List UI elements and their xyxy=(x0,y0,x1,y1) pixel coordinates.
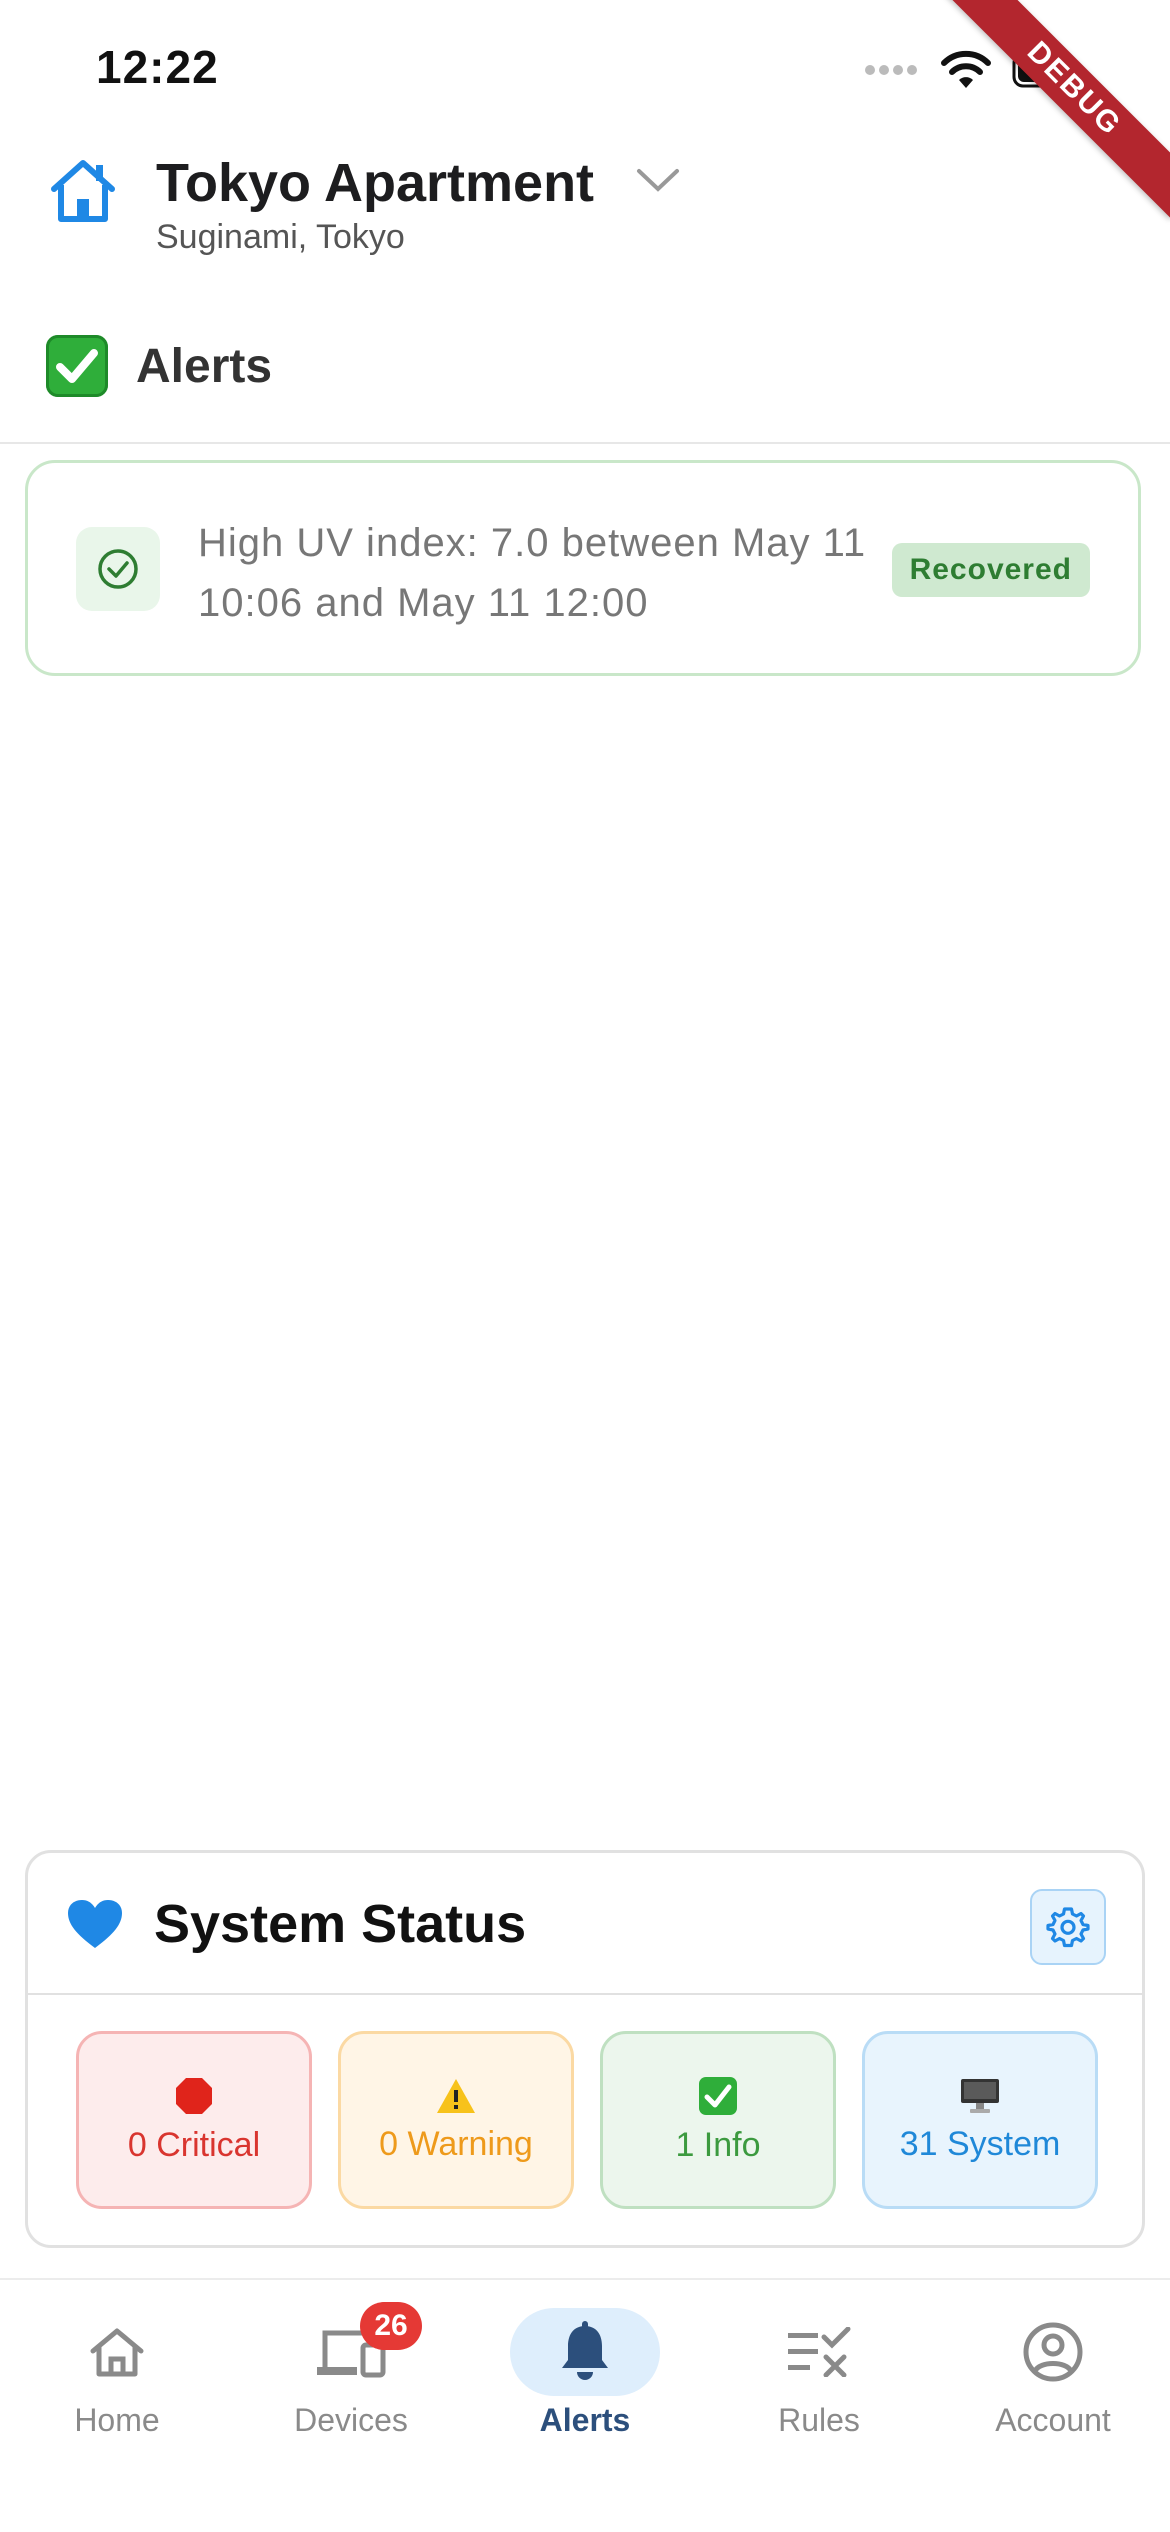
alerts-title: Alerts xyxy=(136,339,273,393)
home-icon xyxy=(90,2328,144,2377)
nav-icon-wrap: 26 xyxy=(276,2302,426,2396)
nav-label-account: Account xyxy=(995,2402,1111,2438)
debug-ribbon: DEBUG xyxy=(944,0,1170,219)
info-tile[interactable]: 1 Info xyxy=(600,2031,836,2209)
alert-card[interactable]: High UV index: 7.0 between May 11 10:06 … xyxy=(25,460,1141,676)
nav-icon-wrap xyxy=(978,2308,1128,2396)
bell-icon xyxy=(562,2321,608,2380)
stop-sign-icon xyxy=(176,2077,212,2114)
divider xyxy=(0,2278,1170,2280)
system-count: 31 System xyxy=(899,2124,1061,2163)
monitor-icon xyxy=(961,2078,999,2113)
location-title[interactable]: Tokyo Apartment xyxy=(156,152,594,214)
bottom-navigation: Home 26 Devices Alerts Rules Account xyxy=(0,2282,1170,2532)
nav-item-account[interactable]: Account xyxy=(936,2282,1170,2532)
status-tiles: 0 Critical 0 Warning 1 Info 31 System xyxy=(76,2031,1098,2209)
critical-count: 0 Critical xyxy=(127,2125,261,2164)
check-mark-icon xyxy=(46,335,108,397)
nav-item-devices[interactable]: 26 Devices xyxy=(234,2282,468,2532)
nav-label-home: Home xyxy=(74,2402,160,2438)
system-tile[interactable]: 31 System xyxy=(862,2031,1098,2209)
wifi-icon xyxy=(941,50,991,88)
critical-tile[interactable]: 0 Critical xyxy=(76,2031,312,2209)
settings-button[interactable] xyxy=(1030,1889,1106,1965)
warning-count: 0 Warning xyxy=(379,2124,533,2163)
account-icon xyxy=(1023,2322,1083,2382)
warning-tile[interactable]: 0 Warning xyxy=(338,2031,574,2209)
devices-count-badge: 26 xyxy=(360,2302,422,2350)
nav-icon-wrap xyxy=(42,2308,192,2396)
nav-label-rules: Rules xyxy=(778,2402,860,2438)
nav-item-home[interactable]: Home xyxy=(0,2282,234,2532)
warning-icon xyxy=(437,2078,475,2113)
system-status-header: System Status xyxy=(66,1893,526,1955)
heart-icon xyxy=(68,1900,122,1948)
location-subtitle: Suginami, Tokyo xyxy=(156,218,405,256)
check-circle-icon xyxy=(76,527,160,611)
nav-icon-wrap xyxy=(510,2308,660,2396)
system-status-title: System Status xyxy=(154,1894,527,1954)
nav-label-devices: Devices xyxy=(294,2402,408,2438)
divider xyxy=(28,1993,1142,1995)
cellular-signal-icon xyxy=(865,65,917,75)
gear-icon xyxy=(1046,1907,1090,1948)
alerts-heading: Alerts xyxy=(46,335,272,397)
info-count: 1 Info xyxy=(675,2125,761,2164)
rules-icon xyxy=(788,2327,851,2377)
status-badge: Recovered xyxy=(891,543,1090,597)
nav-item-rules[interactable]: Rules xyxy=(702,2282,936,2532)
status-time: 12:22 xyxy=(96,41,219,93)
nav-item-alerts[interactable]: Alerts xyxy=(468,2282,702,2532)
home-location-icon xyxy=(46,155,120,230)
nav-label-alerts: Alerts xyxy=(539,2402,631,2438)
check-box-icon xyxy=(699,2076,737,2115)
chevron-down-icon[interactable] xyxy=(635,165,681,200)
nav-icon-wrap xyxy=(744,2308,894,2396)
divider xyxy=(0,442,1170,444)
alert-message: High UV index: 7.0 between May 11 10:06 … xyxy=(198,521,867,625)
system-status-card: System Status 0 Critical 0 Warning 1 Inf… xyxy=(25,1850,1145,2248)
